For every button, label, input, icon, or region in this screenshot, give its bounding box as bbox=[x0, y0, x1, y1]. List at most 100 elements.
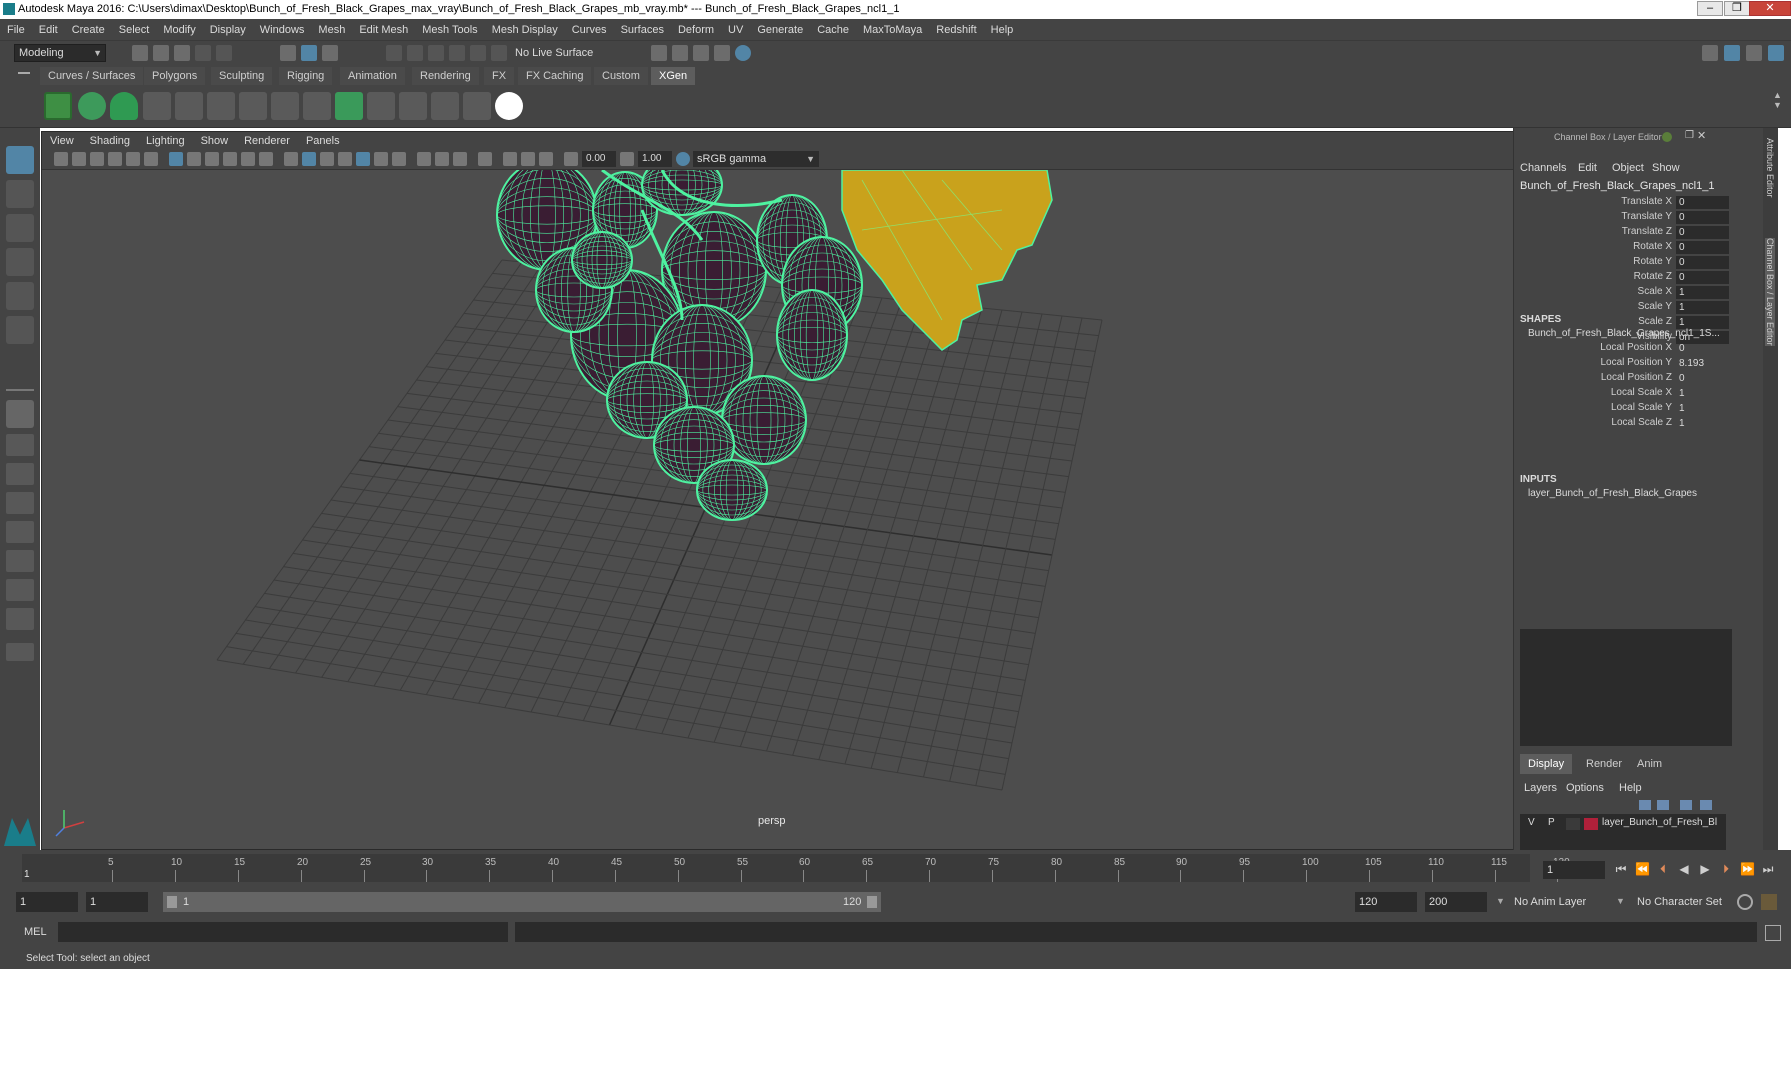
menu-create[interactable]: Create bbox=[65, 24, 112, 36]
step-forward-icon[interactable]: ⏩ bbox=[1740, 862, 1755, 876]
current-frame-field[interactable]: 1 bbox=[1543, 861, 1605, 879]
cb-menu-channels[interactable]: Channels bbox=[1520, 162, 1566, 174]
layout-icon[interactable] bbox=[1724, 45, 1740, 61]
layer-tab-anim[interactable]: Anim bbox=[1629, 754, 1670, 774]
layer-color-swatch[interactable] bbox=[1584, 818, 1598, 830]
shape-attr-value[interactable]: 8.193 bbox=[1676, 357, 1729, 370]
camera-attributes-icon[interactable] bbox=[72, 152, 86, 166]
scale-tool-icon[interactable] bbox=[6, 316, 34, 344]
smooth-shade-icon[interactable] bbox=[302, 152, 316, 166]
layer-tab-display[interactable]: Display bbox=[1520, 754, 1573, 774]
step-back-key-icon[interactable]: ⏴ bbox=[1656, 862, 1670, 876]
vp-menu-shading[interactable]: Shading bbox=[82, 135, 138, 147]
channel-attr-value[interactable]: 1 bbox=[1676, 301, 1729, 314]
gamma-field[interactable]: 1.00 bbox=[638, 151, 672, 167]
move-layer-down-icon[interactable] bbox=[1657, 800, 1669, 810]
safe-action-icon[interactable] bbox=[259, 152, 273, 166]
modeling-toolkit-icon[interactable] bbox=[1768, 45, 1784, 61]
shape-attr-value[interactable]: 1 bbox=[1676, 417, 1729, 430]
menu-deform[interactable]: Deform bbox=[671, 24, 721, 36]
layer-playback-toggle[interactable]: P bbox=[1548, 817, 1555, 828]
menu-help[interactable]: Help bbox=[984, 24, 1021, 36]
menu-generate[interactable]: Generate bbox=[750, 24, 810, 36]
rotate-tool-icon[interactable] bbox=[6, 282, 34, 310]
shape-attr-label[interactable]: Local Position Y bbox=[1522, 357, 1672, 368]
channel-attr-label[interactable]: Scale X bbox=[1522, 286, 1672, 297]
shelf-tab-fx[interactable]: FX bbox=[484, 67, 515, 85]
anim-layer-dropdown[interactable]: No Anim Layer bbox=[1514, 892, 1586, 912]
menu-mesh-tools[interactable]: Mesh Tools bbox=[415, 24, 484, 36]
layer-menu-help[interactable]: Help bbox=[1619, 782, 1642, 794]
menu-select[interactable]: Select bbox=[112, 24, 157, 36]
menu-edit-mesh[interactable]: Edit Mesh bbox=[352, 24, 415, 36]
image-plane-icon[interactable] bbox=[108, 152, 122, 166]
time-ruler[interactable]: 1 5 10 15 20 25 30 35 40 45 50 55 60 65 70 75 80 85 90 95 1… bbox=[22, 854, 1570, 882]
xgen-preview-icon[interactable] bbox=[495, 92, 523, 120]
snap-curve-icon[interactable] bbox=[407, 45, 423, 61]
shelf-tab-rigging[interactable]: Rigging bbox=[279, 67, 333, 85]
close-panel-icon[interactable]: ✕ bbox=[1697, 129, 1706, 142]
persp-uv-layout-icon[interactable] bbox=[6, 550, 34, 572]
select-component-icon[interactable] bbox=[322, 45, 338, 61]
snap-grid-icon[interactable] bbox=[386, 45, 402, 61]
xgen-sculpt-icon[interactable] bbox=[399, 92, 427, 120]
menu-modify[interactable]: Modify bbox=[156, 24, 202, 36]
shelf-tab-curves-surfaces[interactable]: Curves / Surfaces bbox=[40, 67, 144, 85]
vp-menu-panels[interactable]: Panels bbox=[298, 135, 348, 147]
channel-attr-value[interactable]: 0 bbox=[1676, 271, 1729, 284]
command-language-label[interactable]: MEL bbox=[24, 926, 47, 938]
shelf-tab-rendering[interactable]: Rendering bbox=[412, 67, 479, 85]
channel-attr-label[interactable]: Rotate Z bbox=[1522, 271, 1672, 282]
lasso-tool-icon[interactable] bbox=[6, 180, 34, 208]
chevron-down-icon[interactable]: ▼ bbox=[1496, 896, 1505, 906]
channel-attr-value[interactable]: 0 bbox=[1676, 196, 1729, 209]
move-layer-up-icon[interactable] bbox=[1639, 800, 1651, 810]
backface-culling-icon[interactable] bbox=[539, 152, 553, 166]
shape-attr-label[interactable]: Local Position X bbox=[1522, 342, 1672, 353]
render-view-icon[interactable] bbox=[714, 45, 730, 61]
shape-attr-label[interactable]: Local Scale Y bbox=[1522, 402, 1672, 413]
layer-display-type[interactable] bbox=[1566, 818, 1580, 830]
menu-mesh-display[interactable]: Mesh Display bbox=[485, 24, 565, 36]
xgen-cut-icon[interactable] bbox=[463, 92, 491, 120]
menu-uv[interactable]: UV bbox=[721, 24, 750, 36]
maximize-button[interactable]: ❐ bbox=[1724, 1, 1750, 16]
layer-tab-render[interactable]: Render bbox=[1578, 754, 1630, 774]
camera-select-icon[interactable] bbox=[54, 152, 68, 166]
isolate-select-icon[interactable] bbox=[478, 152, 492, 166]
new-layer-icon[interactable] bbox=[1680, 800, 1692, 810]
channel-attr-label[interactable]: Translate Y bbox=[1522, 211, 1672, 222]
channel-attr-label[interactable]: Translate X bbox=[1522, 196, 1672, 207]
default-material-icon[interactable] bbox=[320, 152, 334, 166]
float-panel-icon[interactable]: ❐ bbox=[1685, 130, 1694, 141]
channel-attr-label[interactable]: Scale Y bbox=[1522, 301, 1672, 312]
snap-plane-icon[interactable] bbox=[449, 45, 465, 61]
preferences-icon[interactable] bbox=[1761, 894, 1777, 910]
play-backward-icon[interactable]: ◀ bbox=[1677, 862, 1691, 876]
xgen-add-guide-icon[interactable] bbox=[175, 92, 203, 120]
cb-menu-object[interactable]: Object bbox=[1612, 162, 1644, 174]
workspace-icon[interactable] bbox=[1702, 45, 1718, 61]
layer-visibility-toggle[interactable]: V bbox=[1528, 817, 1535, 828]
menu-windows[interactable]: Windows bbox=[253, 24, 312, 36]
shape-attr-label[interactable]: Local Scale Z bbox=[1522, 417, 1672, 428]
shelf-tab-sculpting[interactable]: Sculpting bbox=[211, 67, 273, 85]
field-chart-icon[interactable] bbox=[241, 152, 255, 166]
layer-menu-options[interactable]: Options bbox=[1566, 782, 1604, 794]
hypershade-icon[interactable] bbox=[735, 45, 751, 61]
xgen-groom-icon[interactable] bbox=[367, 92, 395, 120]
menu-redshift[interactable]: Redshift bbox=[929, 24, 983, 36]
viewport-panel[interactable]: View Shading Lighting Show Renderer Pane… bbox=[41, 131, 1549, 850]
xgen-guide-lock-icon[interactable] bbox=[239, 92, 267, 120]
channel-attr-value[interactable]: 0 bbox=[1676, 226, 1729, 239]
custom-layout-icon[interactable] bbox=[6, 608, 34, 630]
minimize-button[interactable]: – bbox=[1697, 1, 1723, 16]
channel-attr-value[interactable]: 1 bbox=[1676, 286, 1729, 299]
go-to-end-icon[interactable]: ⏭ bbox=[1761, 862, 1775, 876]
character-set-dropdown[interactable]: No Character Set bbox=[1637, 892, 1722, 912]
range-start-handle[interactable] bbox=[167, 896, 177, 908]
channel-attr-value[interactable]: 0 bbox=[1676, 241, 1729, 254]
range-end-handle[interactable] bbox=[867, 896, 877, 908]
resolution-gate-icon[interactable] bbox=[205, 152, 219, 166]
script-editor-icon[interactable] bbox=[1765, 925, 1781, 941]
